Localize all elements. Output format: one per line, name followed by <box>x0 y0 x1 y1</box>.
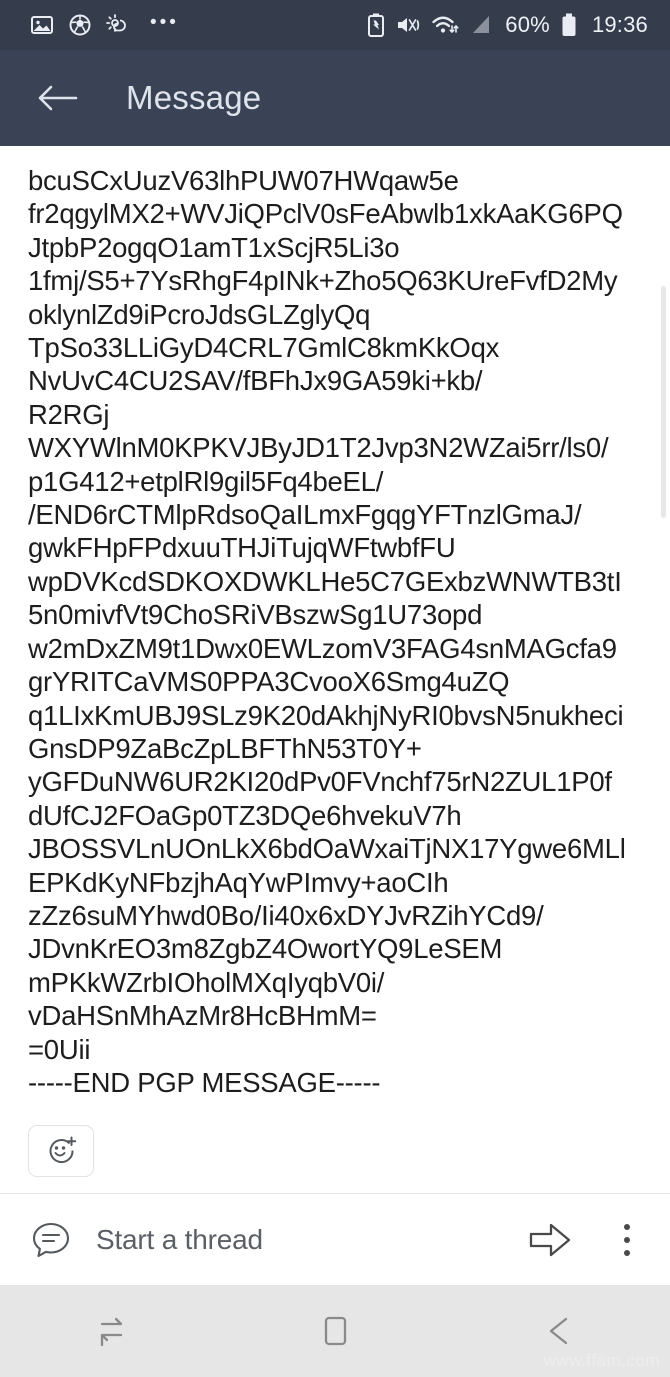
home-icon[interactable] <box>289 1285 381 1377</box>
overflow-menu-icon[interactable] <box>610 1214 644 1266</box>
message-scrollbar[interactable] <box>661 286 666 518</box>
overflow-dot <box>624 1249 630 1256</box>
thread-compose-bar: Start a thread <box>0 1193 670 1285</box>
thread-icon[interactable] <box>28 1217 74 1263</box>
phone-screen: ••• 60% 19:36 Message bcuSCxUuzV63lhPUW0… <box>0 0 670 1377</box>
mute-vibrate-icon <box>395 13 421 37</box>
thread-placeholder-label[interactable]: Start a thread <box>96 1224 263 1256</box>
battery-icon <box>560 13 578 38</box>
overflow-dot <box>624 1236 630 1243</box>
soccer-ball-icon <box>68 13 92 37</box>
app-header: Message <box>0 50 670 146</box>
weather-icon <box>106 13 132 37</box>
message-body: bcuSCxUuzV63lhPUW07HWqaw5e fr2qgylMX2+WV… <box>0 146 670 1193</box>
battery-percent-label: 60% <box>505 12 550 37</box>
recents-icon[interactable] <box>66 1285 158 1377</box>
image-icon <box>30 13 54 37</box>
more-dots-icon: ••• <box>150 11 179 33</box>
status-bar-notifications: ••• <box>30 13 179 38</box>
signal-icon <box>469 13 493 37</box>
thread-actions <box>524 1214 644 1266</box>
clock-label: 19:36 <box>591 12 648 37</box>
page-title: Message <box>126 79 262 116</box>
add-reaction-icon <box>49 1136 77 1164</box>
overflow-dot <box>624 1223 630 1230</box>
wifi-icon <box>431 13 459 37</box>
back-arrow-icon[interactable] <box>34 75 80 121</box>
message-scroll-area[interactable]: bcuSCxUuzV63lhPUW07HWqaw5e fr2qgylMX2+WV… <box>0 146 670 1193</box>
android-nav-bar: www.ffam.com <box>0 1285 670 1377</box>
battery-saver-icon <box>367 13 385 38</box>
status-bar-system: 60% 19:36 <box>367 12 648 38</box>
reaction-row <box>28 1125 646 1178</box>
add-reaction-button[interactable] <box>28 1125 94 1178</box>
pgp-message-text: bcuSCxUuzV63lhPUW07HWqaw5e fr2qgylMX2+WV… <box>28 165 626 1098</box>
watermark-label: www.ffam.com <box>543 1351 660 1370</box>
status-bar: ••• 60% 19:36 <box>0 0 670 50</box>
send-arrow-icon[interactable] <box>524 1214 576 1266</box>
